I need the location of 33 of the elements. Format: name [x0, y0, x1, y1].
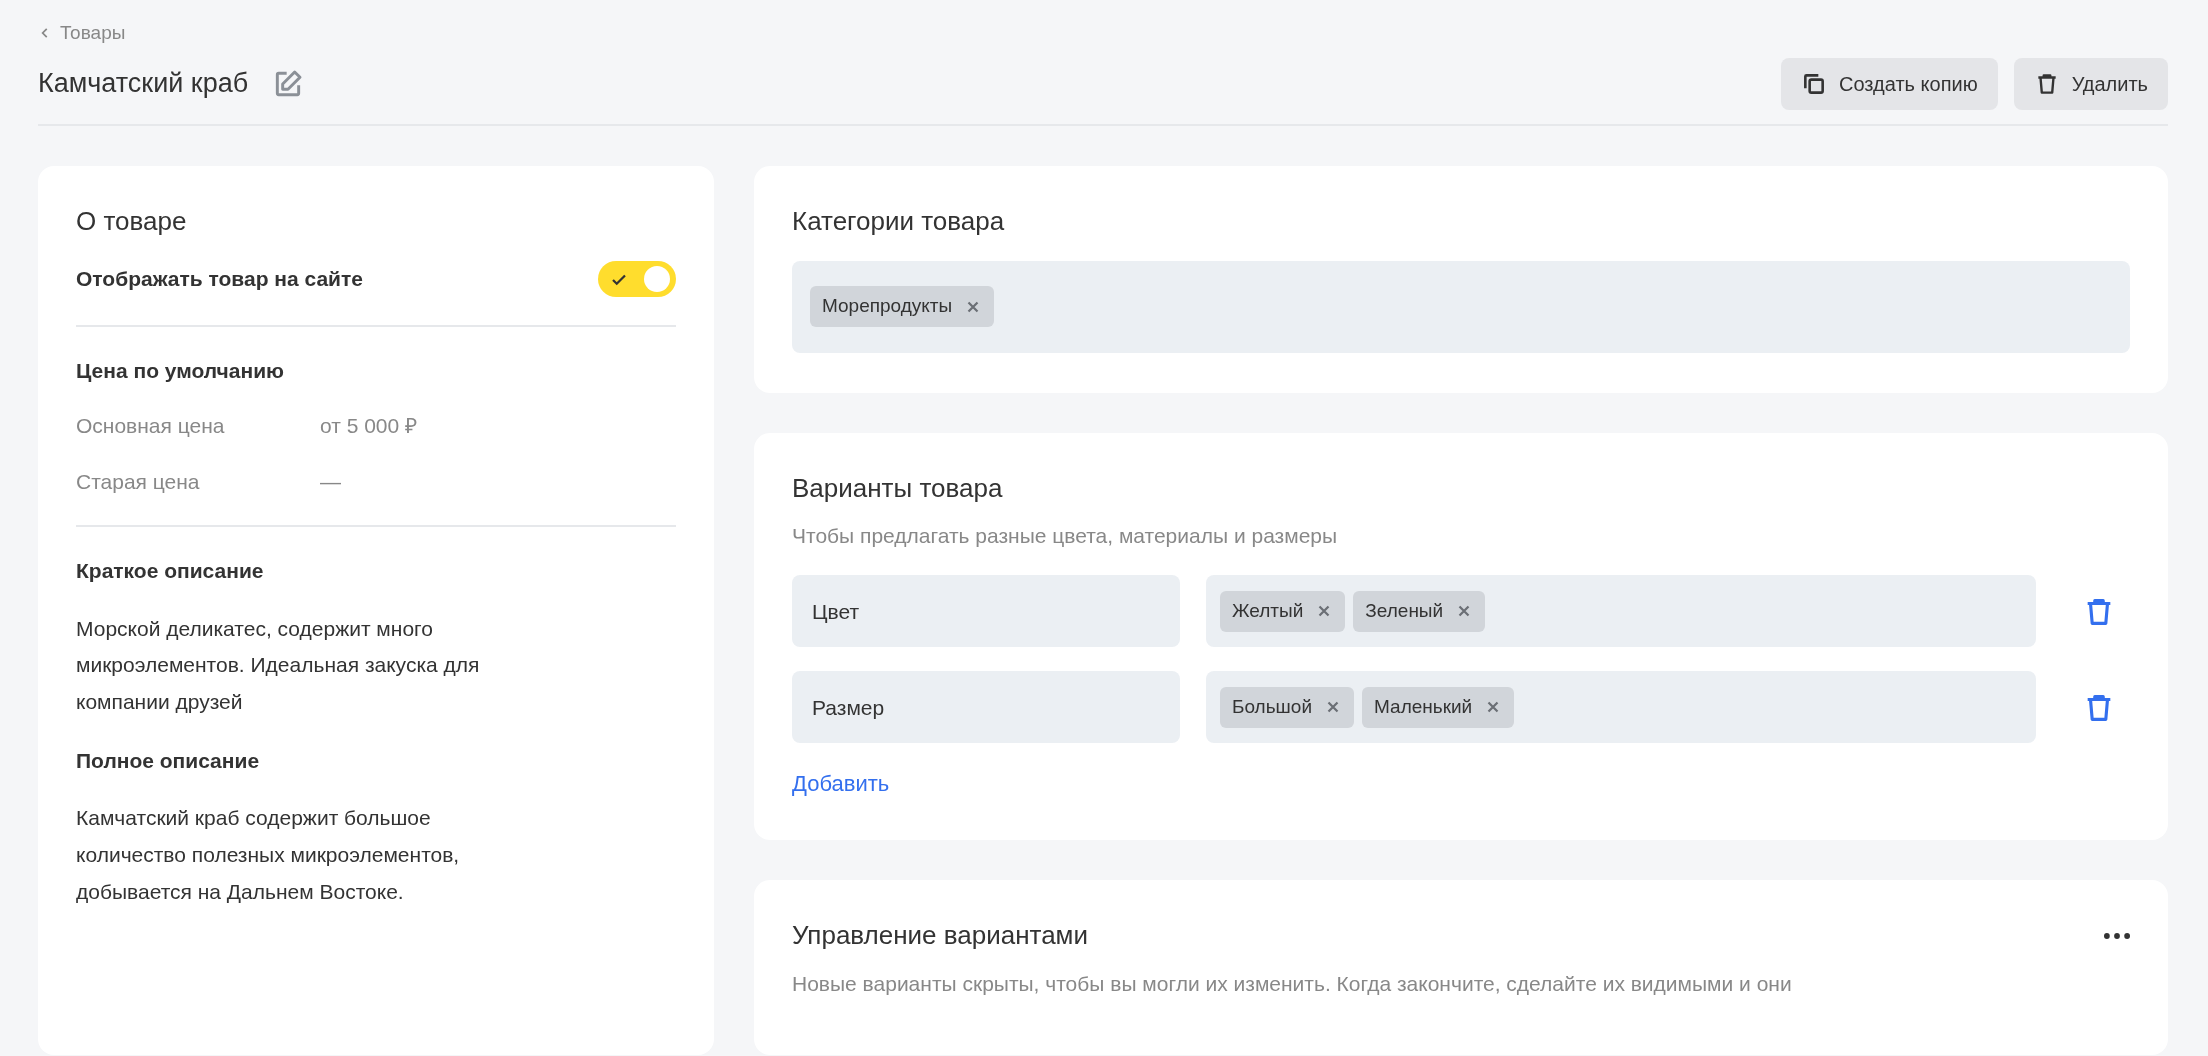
- visibility-toggle[interactable]: [598, 260, 676, 297]
- toggle-label: Отображать товар на сайте: [76, 265, 363, 292]
- section-heading: Краткое описание: [76, 558, 265, 585]
- option-name-field[interactable]: Цвет: [792, 575, 1180, 648]
- price-label: Старая цена: [76, 468, 201, 495]
- copy-button[interactable]: Создать копию: [1780, 57, 1998, 110]
- card-description: Новые варианты скрыты, чтобы вы могли их изменить. Когда закончите, сделайте их видимыми и они: [792, 970, 1793, 997]
- category-field[interactable]: Морепродукты: [792, 260, 2130, 353]
- more-icon: [2104, 932, 2130, 939]
- more-options-button[interactable]: [2104, 932, 2130, 939]
- description-text: Камчатский краб содержит большое количество полезных микроэлементов, добывается на Дальнем Востоке.: [76, 805, 461, 905]
- tag-label: Большой: [1232, 695, 1313, 720]
- tag-label: Маленький: [1374, 695, 1473, 720]
- option-name-field[interactable]: Размер: [792, 671, 1180, 744]
- card-title: О товаре: [76, 205, 188, 237]
- card-title: Варианты товара: [792, 472, 1004, 504]
- card-subtitle: Чтобы предлагать разные цвета, материалы и размеры: [792, 522, 1339, 549]
- price-label: Основная цена: [76, 413, 226, 440]
- add-option-link[interactable]: Добавить: [792, 771, 890, 797]
- section-heading: Цена по умолчанию: [76, 357, 285, 384]
- card-title: Управление вариантами: [792, 920, 1089, 952]
- card-title: Категории товара: [792, 205, 1006, 237]
- tag-label: Морепродукты: [822, 294, 953, 319]
- page-title: Камчатский краб: [38, 67, 249, 100]
- tag-label: Зеленый: [1365, 599, 1444, 624]
- delete-button[interactable]: Удалить: [2013, 57, 2168, 110]
- tag-label: Желтый: [1232, 599, 1304, 624]
- option-values-field[interactable]: Желтый Зеленый: [1206, 575, 2036, 648]
- description-text: Морской деликатес, содержит много микроэлементов. Идеальная закуска для компании друзей: [76, 615, 481, 716]
- price-value: от 5 000 ₽: [320, 413, 418, 440]
- option-values-field[interactable]: Большой Маленький: [1206, 671, 2036, 744]
- price-value: —: [320, 468, 341, 495]
- section-heading: Полное описание: [76, 747, 261, 774]
